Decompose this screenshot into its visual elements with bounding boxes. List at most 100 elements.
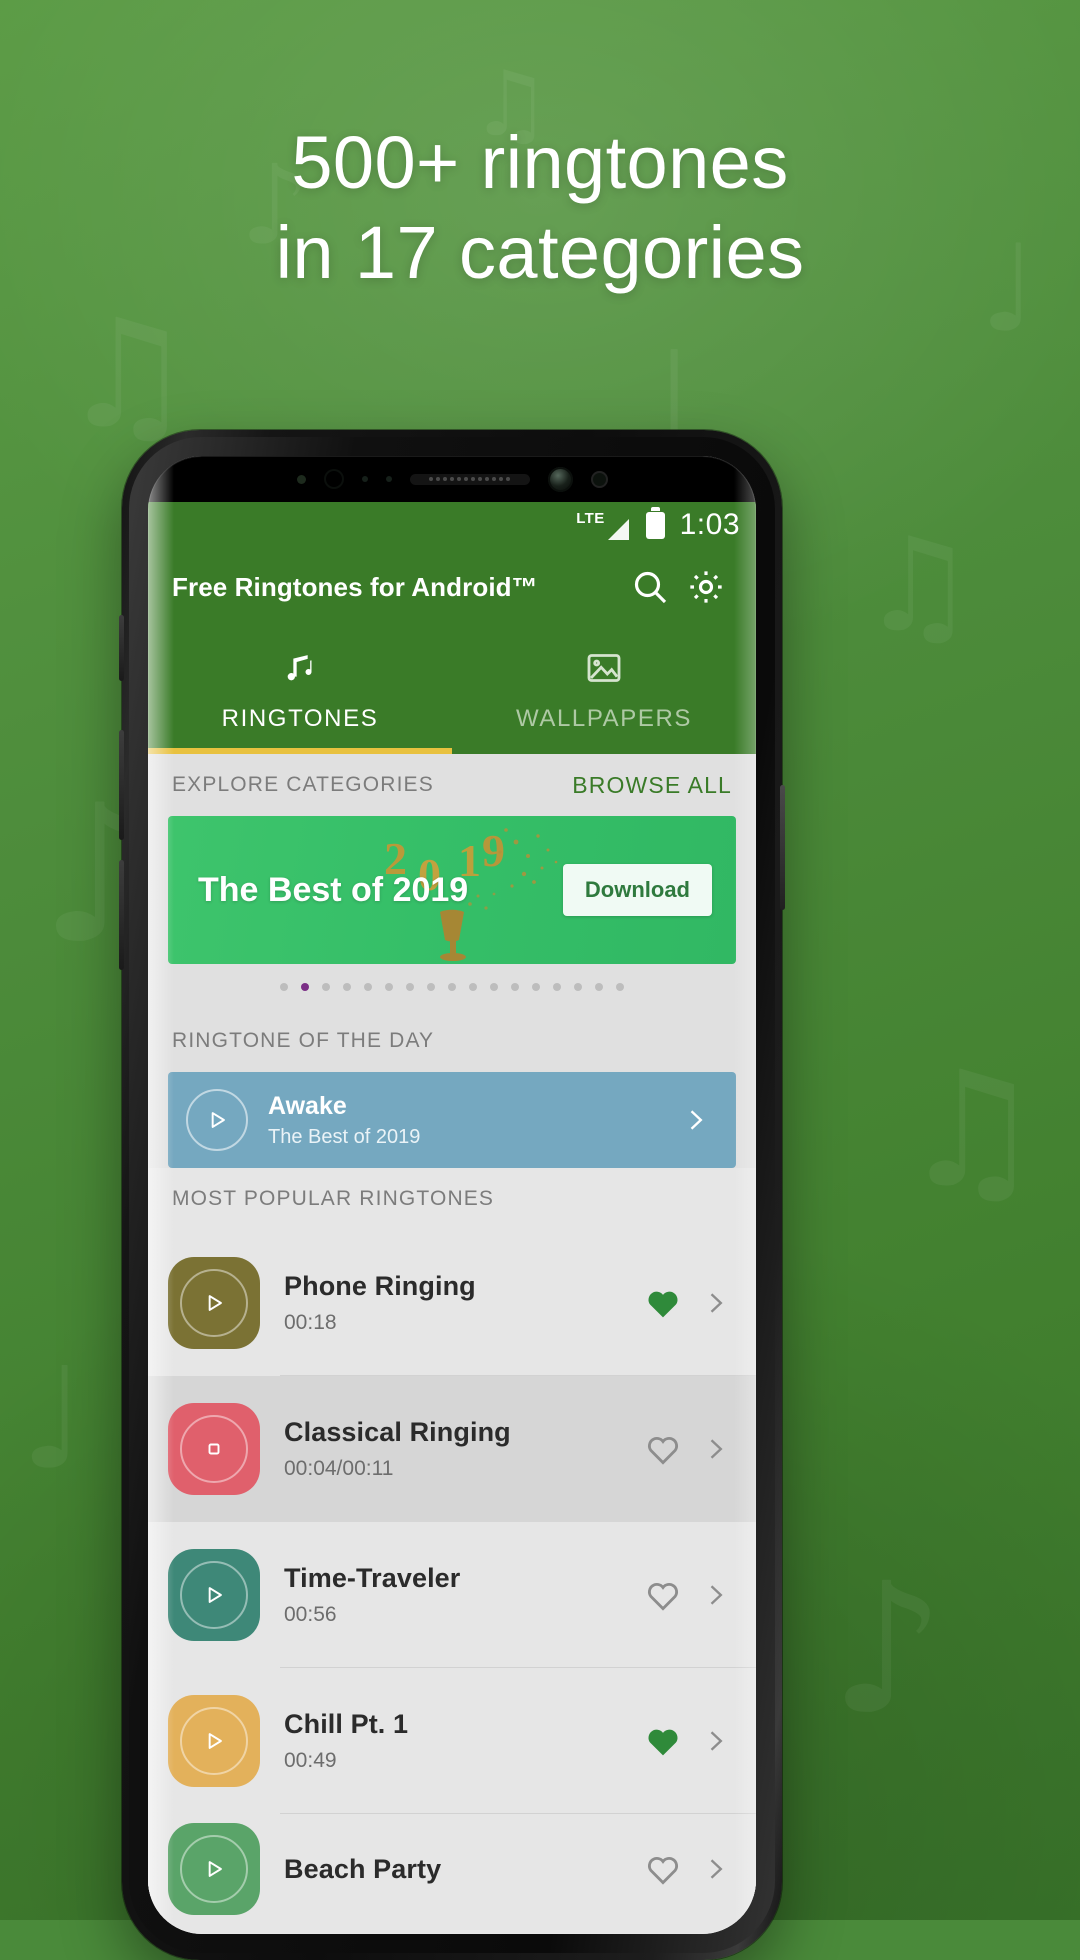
ringtone-thumbnail[interactable] [168, 1403, 260, 1495]
most-popular-header: MOST POPULAR RINGTONES [148, 1168, 756, 1230]
favorite-heart-icon[interactable] [634, 1420, 692, 1478]
carousel-dot[interactable] [385, 983, 393, 991]
carousel-dot[interactable] [574, 983, 582, 991]
carousel-dot[interactable] [553, 983, 561, 991]
chevron-right-icon[interactable] [692, 1420, 738, 1478]
decorative-music-note-icon: ♫ [60, 288, 195, 462]
chevron-right-icon[interactable] [692, 1712, 738, 1770]
decorative-music-note-icon: ♪ [830, 1545, 945, 1754]
carousel-dots [148, 964, 756, 1010]
ringtone-meta: Time-Traveler 00:56 [284, 1563, 634, 1627]
carousel-dot[interactable] [406, 983, 414, 991]
tab-wallpapers[interactable]: WALLPAPERS [452, 626, 756, 754]
ringtone-duration: 00:49 [284, 1749, 337, 1772]
phone-sensor-strip [148, 456, 756, 502]
carousel-dot[interactable] [490, 983, 498, 991]
signal-bars-icon [607, 518, 629, 540]
network-type-label: LTE [576, 509, 605, 527]
front-camera-icon [547, 466, 573, 492]
play-icon[interactable] [180, 1561, 248, 1629]
ringtone-title: Beach Party [284, 1853, 442, 1884]
status-bar: LTE 1:03 [148, 502, 756, 548]
table-row[interactable]: Classical Ringing 00:04/00:11 [148, 1376, 756, 1522]
svg-text:9: 9 [482, 825, 505, 876]
play-icon[interactable] [180, 1269, 248, 1337]
stop-icon[interactable] [180, 1415, 248, 1483]
iris-scanner-icon [324, 469, 344, 489]
table-row[interactable]: Beach Party [148, 1814, 756, 1924]
ringtone-thumbnail[interactable] [168, 1257, 260, 1349]
carousel-dot[interactable] [364, 983, 372, 991]
ringtone-meta: Chill Pt. 1 00:49 [284, 1709, 634, 1773]
gear-icon[interactable] [678, 559, 734, 615]
favorite-heart-icon[interactable] [634, 1712, 692, 1770]
carousel-dot[interactable] [280, 983, 288, 991]
category-banner[interactable]: The Best of 2019 2 0 1 9 Download [168, 816, 736, 964]
explore-categories-header: EXPLORE CATEGORIES BROWSE ALL [148, 754, 756, 816]
carousel-dot[interactable] [427, 983, 435, 991]
ringtone-list: Phone Ringing 00:18 Classical Ringing 00… [148, 1230, 756, 1924]
favorite-heart-icon[interactable] [634, 1840, 692, 1898]
ringtone-duration: 00:56 [284, 1603, 337, 1626]
table-row[interactable]: Phone Ringing 00:18 [148, 1230, 756, 1376]
ringtone-title: Classical Ringing [284, 1417, 511, 1447]
app-title: Free Ringtones for Android™ [172, 571, 538, 602]
chevron-right-icon[interactable] [692, 1566, 738, 1624]
play-icon[interactable] [180, 1835, 248, 1903]
ringtone-duration: 00:04/00:11 [284, 1457, 394, 1480]
sensor-ring-icon [590, 470, 608, 488]
tab-ringtones[interactable]: RINGTONES [148, 626, 452, 754]
decorative-music-note-icon: ♫ [860, 509, 977, 661]
app-bar: LTE 1:03 Free Ringtones for Android™ RIN… [148, 502, 756, 754]
play-icon[interactable] [186, 1089, 248, 1151]
phone-button-bixby [119, 615, 124, 681]
carousel-dot[interactable] [532, 983, 540, 991]
light-sensor-icon [361, 476, 368, 482]
play-icon[interactable] [180, 1707, 248, 1775]
promo-headline-line-1: 500+ ringtones [291, 121, 789, 204]
ringtone-thumbnail[interactable] [168, 1549, 260, 1641]
promo-headline-line-2: in 17 categories [275, 211, 805, 295]
led-indicator-icon [385, 476, 392, 482]
tab-wallpapers-label: WALLPAPERS [515, 704, 693, 732]
carousel-dot[interactable] [343, 983, 351, 991]
download-button[interactable]: Download [562, 864, 712, 916]
ringtone-meta: Beach Party [284, 1854, 634, 1885]
table-row[interactable]: Time-Traveler 00:56 [148, 1522, 756, 1668]
chevron-right-icon[interactable] [692, 1840, 738, 1898]
phone-screen: LTE 1:03 Free Ringtones for Android™ RIN… [148, 456, 756, 1934]
carousel-dot[interactable] [469, 983, 477, 991]
most-popular-label: MOST POPULAR RINGTONES [172, 1187, 495, 1210]
ringtone-title: Chill Pt. 1 [284, 1709, 409, 1739]
ringtone-of-the-day-title: Awake [268, 1091, 347, 1120]
carousel-dot[interactable] [322, 983, 330, 991]
phone-mockup: LTE 1:03 Free Ringtones for Android™ RIN… [119, 430, 785, 1960]
favorite-heart-icon[interactable] [634, 1274, 692, 1332]
ringtone-thumbnail[interactable] [168, 1695, 260, 1787]
search-icon[interactable] [622, 559, 678, 615]
carousel-dot[interactable] [595, 983, 603, 991]
carousel-dot-active[interactable] [301, 983, 309, 991]
status-bar-clock: 1:03 [679, 508, 740, 541]
category-carousel: The Best of 2019 2 0 1 9 Download [148, 816, 756, 964]
browse-all-button[interactable]: BROWSE ALL [572, 772, 732, 799]
carousel-dot[interactable] [448, 983, 456, 991]
favorite-heart-icon[interactable] [634, 1566, 692, 1624]
category-banner-title: The Best of 2019 [198, 870, 469, 909]
phone-button-power [780, 785, 785, 910]
ringtone-thumbnail[interactable] [168, 1823, 260, 1915]
chevron-right-icon[interactable] [692, 1274, 738, 1332]
carousel-dot[interactable] [616, 983, 624, 991]
ringtone-of-the-day-card[interactable]: Awake The Best of 2019 [168, 1072, 736, 1168]
ringtone-meta: Classical Ringing 00:04/00:11 [284, 1417, 634, 1481]
battery-full-icon [645, 506, 665, 539]
ringtone-of-the-day-subtitle: The Best of 2019 [268, 1125, 421, 1148]
chevron-right-icon[interactable] [672, 1091, 718, 1149]
ringtone-of-the-day-header: RINGTONE OF THE DAY [148, 1010, 756, 1072]
earpiece-speaker-icon [409, 473, 530, 485]
carousel-dot[interactable] [511, 983, 519, 991]
decorative-music-note-icon: ♫ [900, 1036, 1044, 1223]
table-row[interactable]: Chill Pt. 1 00:49 [148, 1668, 756, 1814]
ringtone-meta: Phone Ringing 00:18 [284, 1271, 634, 1335]
decorative-music-note-icon: ♩ [20, 1338, 87, 1501]
